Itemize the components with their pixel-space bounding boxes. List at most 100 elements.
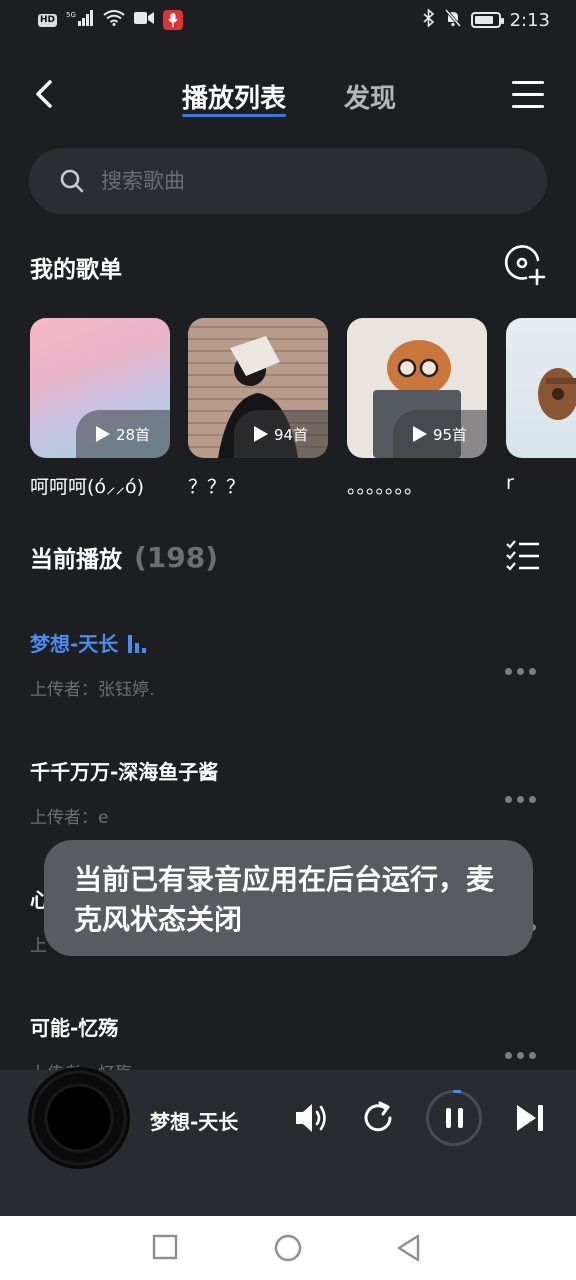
now-playing-title: 当前播放 (198): [30, 540, 218, 574]
status-left: HD 5G: [38, 9, 184, 31]
recent-apps-button[interactable]: [152, 1234, 180, 1262]
dot: [529, 796, 536, 803]
dot: [517, 668, 524, 675]
song-title: 可能-忆殇: [30, 1016, 119, 1040]
more-button[interactable]: [505, 668, 536, 675]
dot: [529, 1052, 536, 1059]
volume-button[interactable]: [292, 1098, 332, 1138]
song-title: 梦想-天长: [30, 628, 546, 657]
mute-bell-icon: [444, 8, 462, 32]
playlist-name: ？？？: [188, 476, 246, 498]
home-button[interactable]: [274, 1234, 302, 1262]
playlist-name: 呵呵呵(ó⸝⸝ó): [30, 476, 145, 498]
playlist-cover: 28首: [30, 318, 170, 458]
microphone-toast: 当前已有录音应用在后台运行，麦克风状态关闭: [44, 840, 533, 956]
square-icon: [152, 1234, 178, 1260]
back-nav-button[interactable]: [396, 1234, 424, 1262]
song-row[interactable]: 千千万万-深海鱼子酱 上传者：e: [30, 756, 546, 846]
battery-icon: [470, 12, 504, 28]
hd-badge: HD: [38, 13, 58, 27]
search-icon: [60, 169, 84, 193]
playlist-card[interactable]: r: [506, 318, 576, 494]
song-uploader: 上传者：张钰婷.: [30, 680, 155, 700]
dot: [517, 1052, 524, 1059]
back-button[interactable]: [26, 76, 62, 112]
svg-text:5G: 5G: [66, 11, 76, 19]
status-right: 2:13: [423, 7, 550, 32]
more-button[interactable]: [505, 796, 536, 803]
add-playlist-button[interactable]: [504, 244, 546, 286]
more-button[interactable]: [505, 1052, 536, 1059]
pause-button[interactable]: [426, 1090, 482, 1146]
song-title: 千千万万-深海鱼子酱: [30, 760, 219, 784]
dot: [517, 796, 524, 803]
search-bar[interactable]: [29, 148, 547, 214]
circle-icon: [274, 1234, 302, 1262]
playlist-name: 。。。。。。。: [347, 476, 424, 498]
status-time: 2:13: [509, 9, 550, 31]
dot: [505, 796, 512, 803]
playlist-cover: [506, 318, 576, 458]
microphone-icon: [163, 10, 184, 30]
bluetooth-icon: [423, 7, 435, 32]
mini-player[interactable]: 梦想-天长: [0, 1067, 576, 1216]
now-playing-label: 当前播放: [30, 547, 122, 573]
checklist-icon: [506, 540, 539, 571]
playlist-cover: 94首: [188, 318, 328, 458]
song-title-text: 梦想-天长: [30, 632, 119, 656]
status-bar: HD 5G 2:13: [0, 0, 576, 40]
system-nav-bar: [0, 1216, 576, 1280]
player-song-title: 梦想-天长: [150, 1110, 239, 1134]
play-count-badge[interactable]: 95首: [393, 410, 487, 458]
eq-bar: [128, 634, 133, 653]
dot: [505, 668, 512, 675]
volume-icon: [296, 1104, 326, 1132]
next-button[interactable]: [510, 1098, 550, 1138]
search-input[interactable]: [101, 169, 481, 193]
song-count: 28首: [115, 425, 151, 444]
pause-bar: [445, 1108, 451, 1128]
play-icon: [253, 426, 268, 442]
song-count: 94首: [273, 425, 309, 444]
tab-playlist[interactable]: 播放列表: [182, 78, 287, 117]
dot: [505, 1052, 512, 1059]
batch-select-button[interactable]: [506, 540, 540, 572]
play-count-badge[interactable]: 28首: [76, 410, 170, 458]
triangle-back-icon: [397, 1234, 420, 1262]
video-camera-icon: [134, 10, 155, 30]
repeat-icon: [364, 1101, 392, 1132]
play-count-badge[interactable]: 94首: [234, 410, 328, 458]
playlist-card[interactable]: 28首 呵呵呵(ó⸝⸝ó): [30, 318, 170, 499]
skip-next-icon: [517, 1105, 543, 1131]
menu-line: [512, 104, 544, 108]
wifi-icon: [103, 9, 125, 31]
play-icon: [412, 426, 427, 442]
song-row[interactable]: 梦想-天长 上传者：张钰婷.: [30, 628, 546, 718]
song-count: 95首: [432, 425, 468, 444]
menu-line: [512, 80, 544, 84]
menu-button[interactable]: [512, 76, 544, 112]
pause-bar: [457, 1108, 463, 1128]
add-disc-icon: [504, 245, 546, 286]
playlist-carousel[interactable]: 28首 呵呵呵(ó⸝⸝ó) 94首 ？？？ 95首 。。。。。。。 r: [30, 318, 576, 508]
my-playlists-title: 我的歌单: [30, 257, 122, 283]
header: 播放列表 发现: [0, 62, 576, 128]
equalizer-icon: [128, 633, 147, 653]
repeat-button[interactable]: [358, 1098, 398, 1138]
tab-discover[interactable]: 发现: [344, 78, 396, 115]
dot: [529, 668, 536, 675]
playlist-name: r: [506, 472, 514, 494]
eq-bar: [135, 642, 140, 653]
playlist-cover: 95首: [347, 318, 487, 458]
vinyl-disc[interactable]: [28, 1067, 130, 1169]
now-playing-count: (198): [134, 541, 219, 574]
playlist-card[interactable]: 95首 。。。。。。。: [347, 318, 487, 499]
eq-bar: [142, 647, 147, 653]
menu-line: [512, 92, 544, 96]
signal-icon: 5G: [66, 9, 94, 31]
ukulele-image: [538, 368, 576, 420]
playlist-card[interactable]: 94首 ？？？: [188, 318, 328, 499]
song-uploader: 上传者：e: [30, 808, 109, 828]
chevron-left-icon: [36, 80, 52, 108]
play-icon: [95, 426, 110, 442]
